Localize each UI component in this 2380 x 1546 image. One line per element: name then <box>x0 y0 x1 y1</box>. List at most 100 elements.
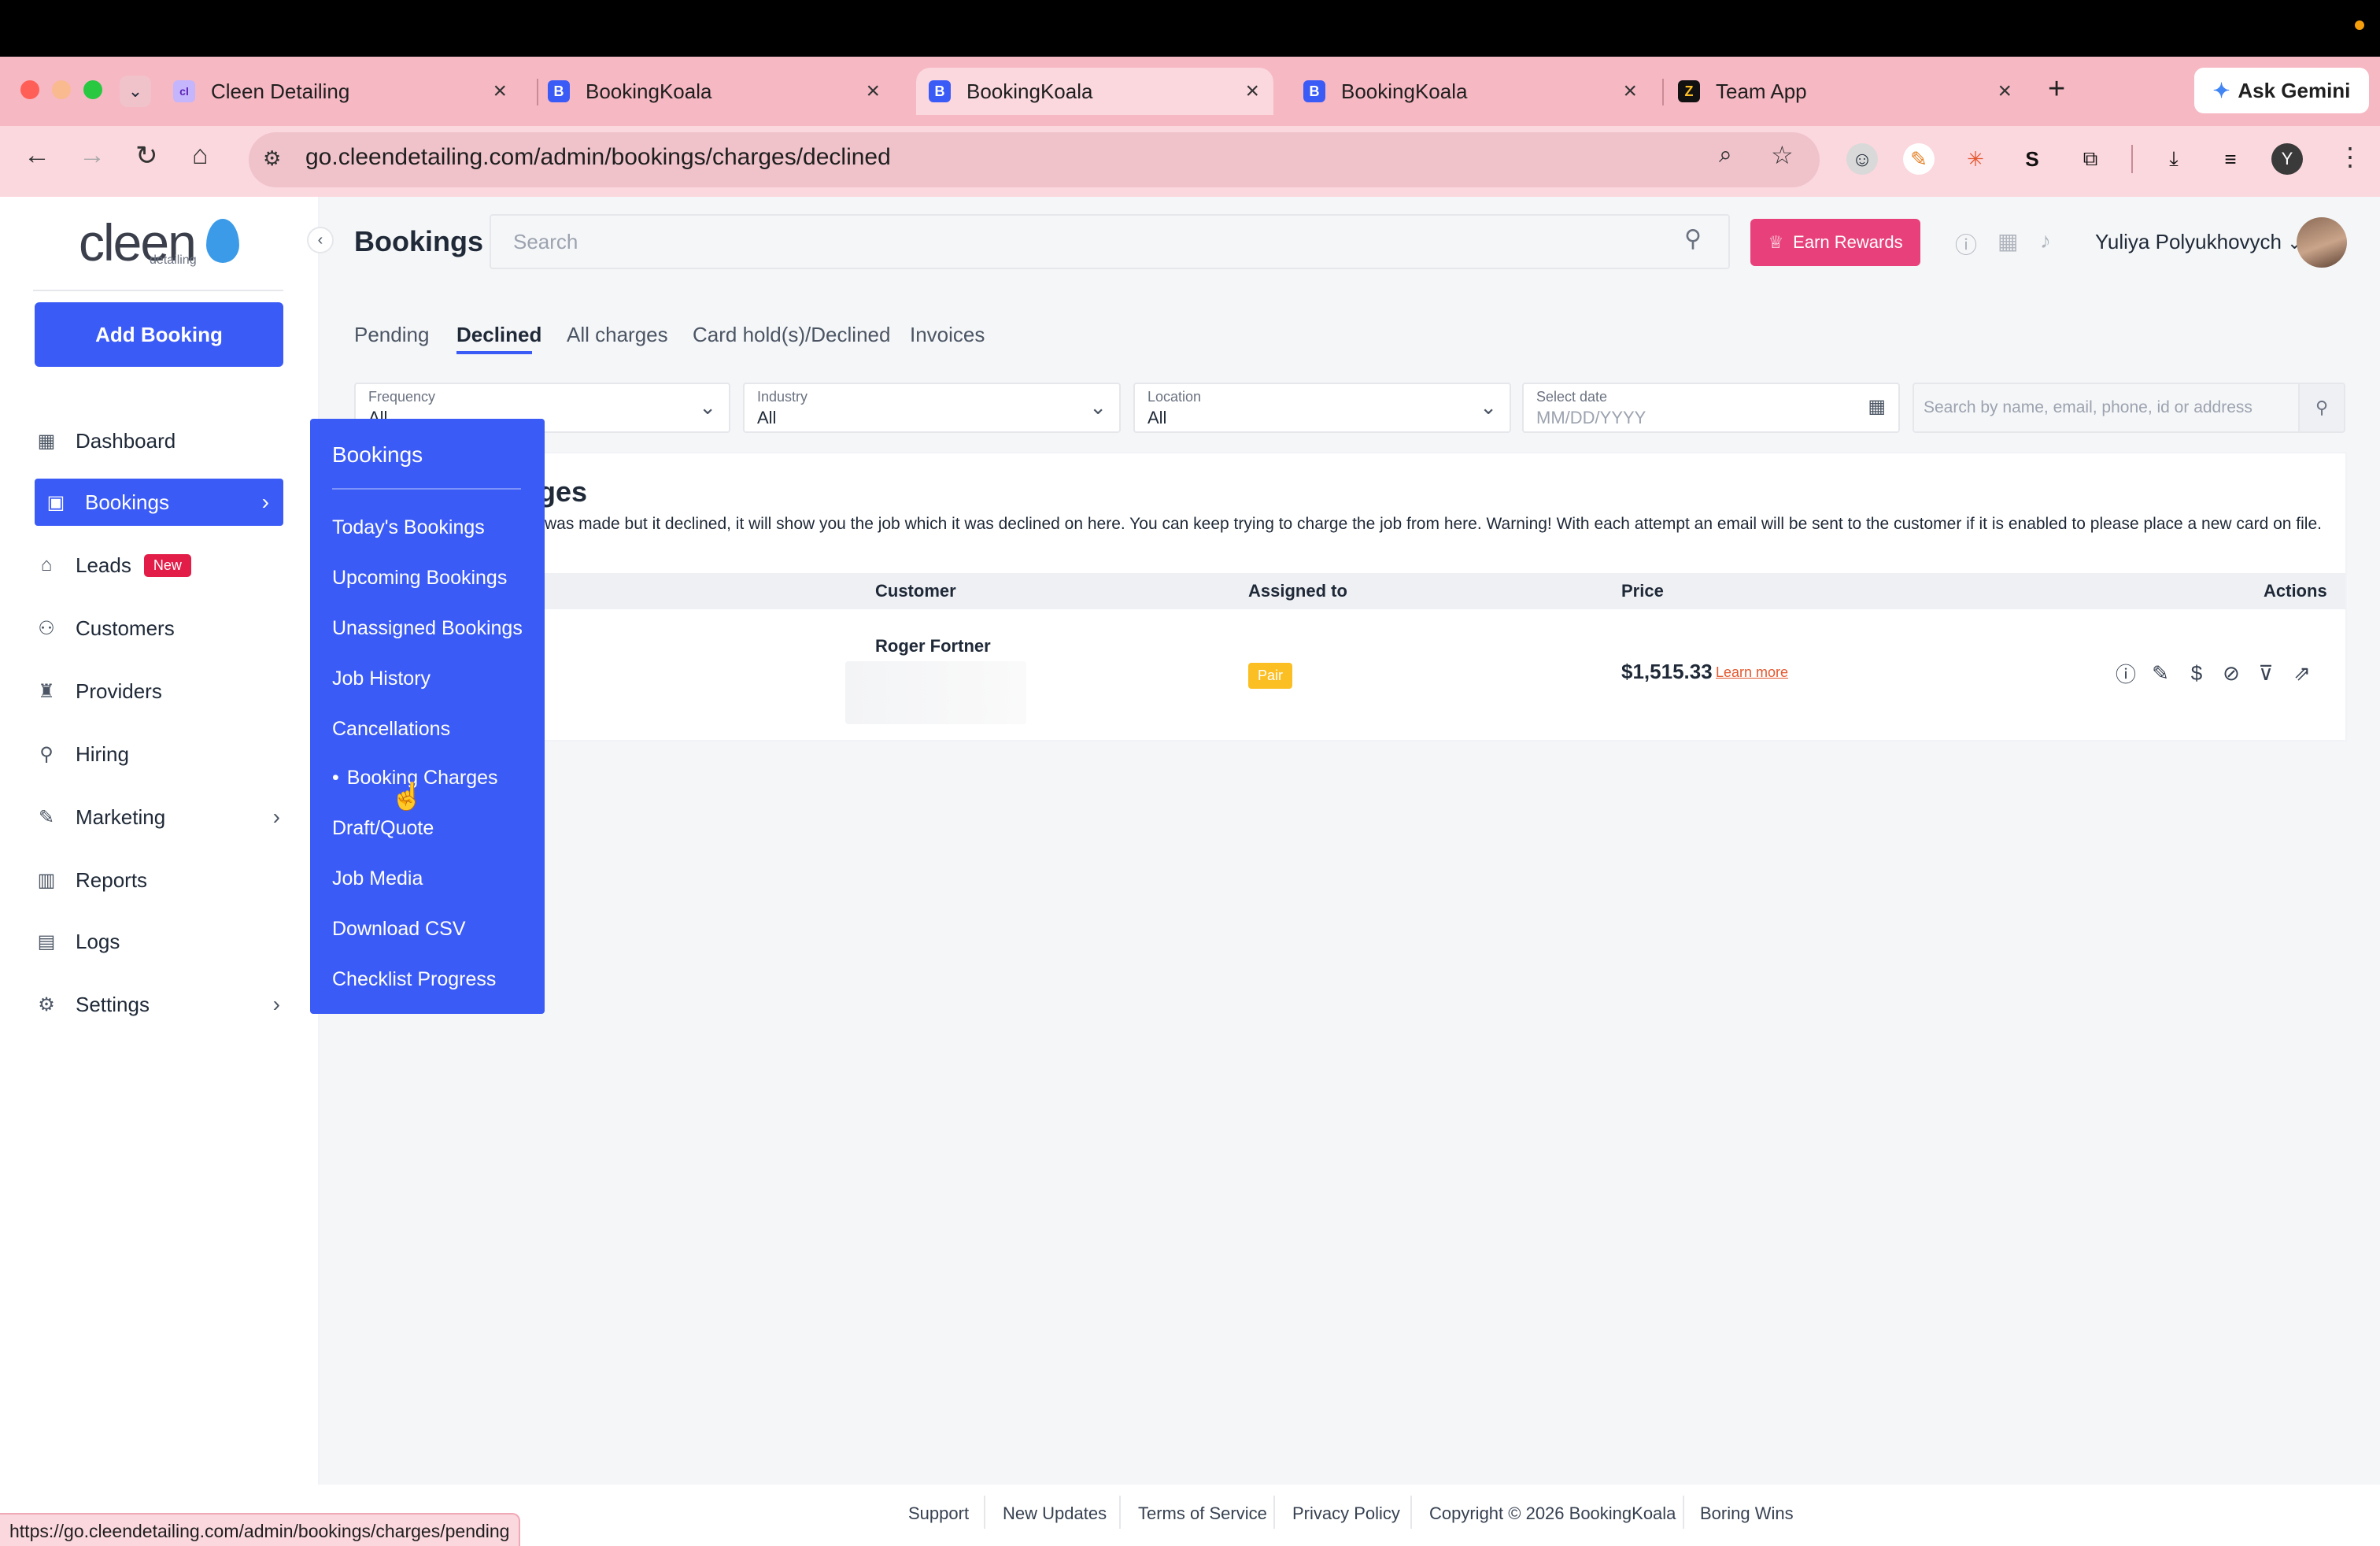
browser-tab-active[interactable]: B BookingKoala × <box>916 68 1273 115</box>
menu-item-job-history[interactable]: Job History <box>332 668 431 690</box>
menu-item-job-media[interactable]: Job Media <box>332 867 423 890</box>
close-tab-icon[interactable]: × <box>1998 78 2012 105</box>
no-charge-icon[interactable]: ⊘ <box>2218 660 2245 686</box>
s-extension-icon[interactable]: S <box>2016 143 2048 175</box>
profile-avatar[interactable]: Y <box>2271 143 2303 175</box>
footer-separator <box>1273 1496 1275 1529</box>
footer-new-updates-link[interactable]: New Updates <box>1003 1503 1107 1524</box>
ask-gemini-button[interactable]: ✦ Ask Gemini <box>2194 68 2369 113</box>
sidebar-item-reports[interactable]: ▥ Reports <box>35 856 283 904</box>
logo-subtitle: detailing <box>150 253 197 267</box>
sidebar-item-label: Settings <box>76 992 150 1016</box>
claude-icon[interactable]: ✳ <box>1960 143 1991 175</box>
download-icon[interactable]: ⤓ <box>2158 143 2190 175</box>
add-booking-button[interactable]: Add Booking <box>35 302 283 367</box>
tab-search-icon[interactable]: ⌄ <box>120 76 151 107</box>
menu-item-draft-quote[interactable]: Draft/Quote <box>332 817 434 840</box>
search-icon[interactable]: ⚲ <box>2298 383 2345 433</box>
media-control-icon[interactable]: ≡ <box>2215 143 2246 175</box>
edit-icon[interactable]: ✎ <box>2147 660 2174 686</box>
charge-dollar-icon[interactable]: $ <box>2183 660 2210 686</box>
user-name: Yuliya Polyukhovych <box>2095 230 2282 253</box>
bookmark-star-icon[interactable]: ☆ <box>1771 140 1794 170</box>
browser-tab[interactable]: B BookingKoala × <box>548 68 894 115</box>
chrome-menu-icon[interactable]: ⋮ <box>2338 142 2363 172</box>
sidebar-item-providers[interactable]: ♜ Providers <box>35 668 283 715</box>
menu-item-todays-bookings[interactable]: Today's Bookings <box>332 516 485 539</box>
sidebar-item-logs[interactable]: ▤ Logs <box>35 918 283 965</box>
close-tab-icon[interactable]: × <box>866 78 880 105</box>
browser-tab[interactable]: Z Team App × <box>1678 68 2026 115</box>
building-icon[interactable]: ▦ <box>1998 228 2018 254</box>
menu-item-unassigned-bookings[interactable]: Unassigned Bookings <box>332 617 523 640</box>
ask-gemini-label: Ask Gemini <box>2238 78 2351 102</box>
new-tab-icon[interactable]: + <box>2048 72 2065 106</box>
back-icon[interactable]: ← <box>24 140 50 171</box>
footer-terms-link[interactable]: Terms of Service <box>1138 1503 1267 1524</box>
learn-more-link[interactable]: Learn more <box>1716 664 1788 681</box>
sidebar-item-marketing[interactable]: ✎ Marketing › <box>35 793 283 841</box>
browser-tab[interactable]: cl Cleen Detailing × <box>173 68 521 115</box>
sidebar-item-label: Customers <box>76 616 175 640</box>
sidebar-item-customers[interactable]: ⚇ Customers <box>35 605 283 652</box>
menu-item-checklist-progress[interactable]: Checklist Progress <box>332 968 496 991</box>
forward-icon[interactable]: → <box>79 140 105 171</box>
home-icon[interactable]: ⌂ <box>192 140 209 171</box>
tab-title: BookingKoala <box>1341 79 1468 103</box>
filter-value: All <box>757 408 777 427</box>
tab-invoices[interactable]: Invoices <box>910 323 985 347</box>
footer-privacy-link[interactable]: Privacy Policy <box>1292 1503 1400 1524</box>
avatar[interactable] <box>2297 217 2347 268</box>
sidebar-item-label: Logs <box>76 929 120 953</box>
sidebar-item-dashboard[interactable]: ▦ Dashboard <box>35 417 283 464</box>
info-icon[interactable]: ⓘ <box>1955 228 1977 260</box>
customer-name[interactable]: Roger Fortner <box>875 636 991 656</box>
close-window-button[interactable] <box>20 80 39 99</box>
maximize-window-button[interactable] <box>83 80 102 99</box>
menu-item-upcoming-bookings[interactable]: Upcoming Bookings <box>332 567 507 590</box>
sidebar-item-leads[interactable]: ⌂ Leads New <box>35 542 283 589</box>
tab-title: BookingKoala <box>586 79 712 103</box>
filter-icon[interactable]: ⊽ <box>2252 660 2279 686</box>
sidebar-item-label: Marketing <box>76 804 166 829</box>
industry-select[interactable]: Industry All ⌄ <box>743 383 1121 433</box>
tab-pending[interactable]: Pending <box>354 323 429 347</box>
collapse-sidebar-button[interactable]: ‹ <box>307 227 334 253</box>
extensions-puzzle-icon[interactable]: ⧉ <box>2075 143 2106 175</box>
minimize-window-button[interactable] <box>52 80 71 99</box>
reload-icon[interactable]: ↻ <box>135 140 158 172</box>
site-info-icon[interactable]: ⚙ <box>263 146 281 171</box>
location-select[interactable]: Location All ⌄ <box>1133 383 1511 433</box>
chevron-right-icon: › <box>272 804 280 829</box>
browser-tab[interactable]: B BookingKoala × <box>1303 68 1651 115</box>
close-tab-icon[interactable]: × <box>1245 78 1259 105</box>
tab-title: Cleen Detailing <box>211 79 350 103</box>
menu-item-download-csv[interactable]: Download CSV <box>332 918 466 941</box>
tab-card-holds[interactable]: Card hold(s)/Declined <box>693 323 890 347</box>
url-text[interactable]: go.cleendetailing.com/admin/bookings/cha… <box>305 144 891 171</box>
footer-boring-wins-link[interactable]: Boring Wins <box>1700 1503 1794 1524</box>
tab-declined[interactable]: Declined <box>456 323 541 347</box>
tab-all-charges[interactable]: All charges <box>567 323 668 347</box>
sidebar-item-settings[interactable]: ⚙ Settings › <box>35 981 283 1028</box>
color-picker-icon[interactable]: ✎ <box>1903 143 1935 175</box>
close-tab-icon[interactable]: × <box>1623 78 1637 105</box>
zoom-icon[interactable]: ⌕ <box>1719 142 1732 168</box>
user-menu[interactable]: Yuliya Polyukhovych ⌄ <box>2095 230 2302 254</box>
info-icon[interactable]: ⓘ <box>2112 660 2139 686</box>
sidebar-item-bookings[interactable]: ▣ Bookings › <box>35 479 283 526</box>
bell-icon[interactable]: ♪ <box>2040 228 2051 253</box>
date-picker[interactable]: Select date MM/DD/YYYY ▦ <box>1522 383 1900 433</box>
menu-item-cancellations[interactable]: Cancellations <box>332 718 450 741</box>
sidebar-item-hiring[interactable]: ⚲ Hiring <box>35 730 283 778</box>
footer-support-link[interactable]: Support <box>908 1503 969 1524</box>
search-input[interactable] <box>490 214 1730 269</box>
extension-icon[interactable]: ☺ <box>1846 143 1878 175</box>
search-placeholder: Search <box>513 230 578 253</box>
earn-rewards-button[interactable]: ♕ Earn Rewards <box>1750 219 1920 266</box>
active-tab-indicator <box>456 351 532 354</box>
close-tab-icon[interactable]: × <box>493 78 507 105</box>
external-link-icon[interactable]: ⇗ <box>2289 660 2315 686</box>
leads-icon: ⌂ <box>40 554 53 575</box>
search-icon[interactable]: ⚲ <box>1684 225 1702 253</box>
